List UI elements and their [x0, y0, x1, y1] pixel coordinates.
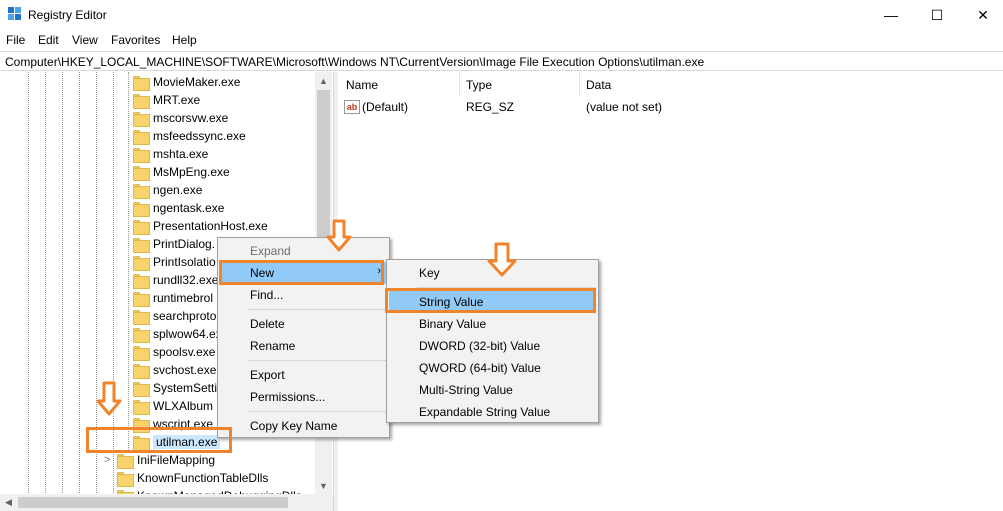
ab-string-icon: ab: [344, 100, 360, 114]
menu-edit[interactable]: Edit: [38, 33, 59, 47]
folder-icon: [133, 291, 150, 307]
folder-icon: [117, 471, 134, 487]
address-path: Computer\HKEY_LOCAL_MACHINE\SOFTWARE\Mic…: [5, 55, 705, 69]
tree-item-searchprotocol[interactable]: searchproto: [133, 307, 216, 325]
submenu-item-binary-value[interactable]: Binary Value: [389, 313, 596, 335]
down-arrow-icon: [487, 242, 517, 277]
folder-icon: [133, 147, 150, 163]
tree-item-ngen[interactable]: ngen.exe: [133, 181, 202, 199]
down-arrow-icon: [326, 219, 352, 252]
menu-item-delete[interactable]: Delete: [220, 313, 387, 335]
value-name-default[interactable]: (Default): [362, 100, 408, 118]
menu-item-rename[interactable]: Rename: [220, 335, 387, 357]
folder-icon: [133, 345, 150, 361]
registry-editor-icon: [8, 7, 22, 21]
submenu-item-expandable-string-value[interactable]: Expandable String Value: [389, 401, 596, 423]
menu-file[interactable]: File: [6, 33, 25, 47]
submenu-item-multi-string-value[interactable]: Multi-String Value: [389, 379, 596, 401]
folder-icon: [133, 237, 150, 253]
tree-item-inifilemapping[interactable]: IniFileMapping: [117, 451, 215, 469]
tree-item-knownfunctiontabledlls[interactable]: KnownFunctionTableDlls: [117, 469, 268, 487]
tree-item-msfeedssync[interactable]: msfeedssync.exe: [133, 127, 246, 145]
title-bar: Registry Editor — ☐ ✕: [0, 0, 1003, 30]
tree-item-rundll32[interactable]: rundll32.exe: [133, 271, 218, 289]
folder-icon: [133, 399, 150, 415]
address-bar[interactable]: Computer\HKEY_LOCAL_MACHINE\SOFTWARE\Mic…: [0, 51, 1003, 71]
tree-item-moviemaker[interactable]: MovieMaker.exe: [133, 73, 240, 91]
tree-item-msmpeng[interactable]: MsMpEng.exe: [133, 163, 230, 181]
down-arrow-icon: [96, 381, 122, 416]
menu-item-find[interactable]: Find...: [220, 284, 387, 306]
folder-icon: [133, 255, 150, 271]
scroll-left-icon[interactable]: ◀: [0, 494, 17, 511]
close-button[interactable]: ✕: [960, 0, 1003, 30]
folder-icon: [133, 111, 150, 127]
tree-item-splwow64[interactable]: splwow64.ex: [133, 325, 222, 343]
highlight-box-utilman: [86, 427, 232, 453]
column-header-name[interactable]: Name: [346, 72, 378, 96]
folder-icon: [133, 381, 150, 397]
new-submenu: Key String Value Binary Value DWORD (32-…: [386, 259, 599, 423]
value-type-default: REG_SZ: [466, 100, 515, 114]
tree-item-systemsettings[interactable]: SystemSetti: [133, 379, 217, 397]
menu-help[interactable]: Help: [172, 33, 197, 47]
menu-favorites[interactable]: Favorites: [111, 33, 160, 47]
scroll-up-icon[interactable]: ▲: [315, 72, 332, 89]
folder-icon: [133, 75, 150, 91]
submenu-item-dword-value[interactable]: DWORD (32-bit) Value: [389, 335, 596, 357]
tree-item-ngentask[interactable]: ngentask.exe: [133, 199, 224, 217]
folder-icon: [117, 453, 134, 469]
tree-item-wlxalbum[interactable]: WLXAlbum: [133, 397, 213, 415]
folder-icon: [133, 129, 150, 145]
expand-chevron-icon[interactable]: >: [104, 454, 110, 466]
value-data-default: (value not set): [586, 100, 663, 114]
menu-view[interactable]: View: [72, 33, 98, 47]
menu-item-expand[interactable]: Expand: [220, 240, 387, 262]
tree-item-printisolation[interactable]: PrintIsolatio: [133, 253, 216, 271]
folder-icon: [133, 183, 150, 199]
scroll-thumb-horizontal[interactable]: [18, 497, 288, 508]
tree-item-runtimebroker[interactable]: runtimebrol: [133, 289, 213, 307]
submenu-item-qword-value[interactable]: QWORD (64-bit) Value: [389, 357, 596, 379]
tree-item-mshta[interactable]: mshta.exe: [133, 145, 208, 163]
folder-icon: [133, 309, 150, 325]
column-header-type[interactable]: Type: [466, 72, 492, 96]
tree-item-spoolsv[interactable]: spoolsv.exe: [133, 343, 215, 361]
menu-bar: File Edit View Favorites Help: [0, 31, 1003, 50]
folder-icon: [133, 327, 150, 343]
tree-horizontal-scrollbar[interactable]: ◀: [0, 494, 333, 511]
minimize-button[interactable]: —: [868, 0, 914, 30]
tree-item-mscorsvw[interactable]: mscorsvw.exe: [133, 109, 228, 127]
folder-icon: [133, 201, 150, 217]
menu-item-export[interactable]: Export: [220, 364, 387, 386]
tree-item-printdialog[interactable]: PrintDialog.: [133, 235, 215, 253]
column-header-data[interactable]: Data: [586, 72, 611, 96]
folder-icon: [133, 219, 150, 235]
tree-item-svchost[interactable]: svchost.exe: [133, 361, 216, 379]
window-title: Registry Editor: [28, 8, 107, 22]
highlight-box-string-value: [385, 288, 596, 313]
tree-item-presentationhost[interactable]: PresentationHost.exe: [133, 217, 268, 235]
highlight-box-new: [219, 260, 384, 285]
tree-item-mrt[interactable]: MRT.exe: [133, 91, 200, 109]
folder-icon: [133, 93, 150, 109]
scroll-down-icon[interactable]: ▼: [315, 477, 332, 494]
folder-icon: [133, 363, 150, 379]
folder-icon: [133, 273, 150, 289]
menu-item-permissions[interactable]: Permissions...: [220, 386, 387, 408]
folder-icon: [133, 165, 150, 181]
maximize-button[interactable]: ☐: [914, 0, 960, 30]
menu-item-copy-key-name[interactable]: Copy Key Name: [220, 415, 387, 437]
